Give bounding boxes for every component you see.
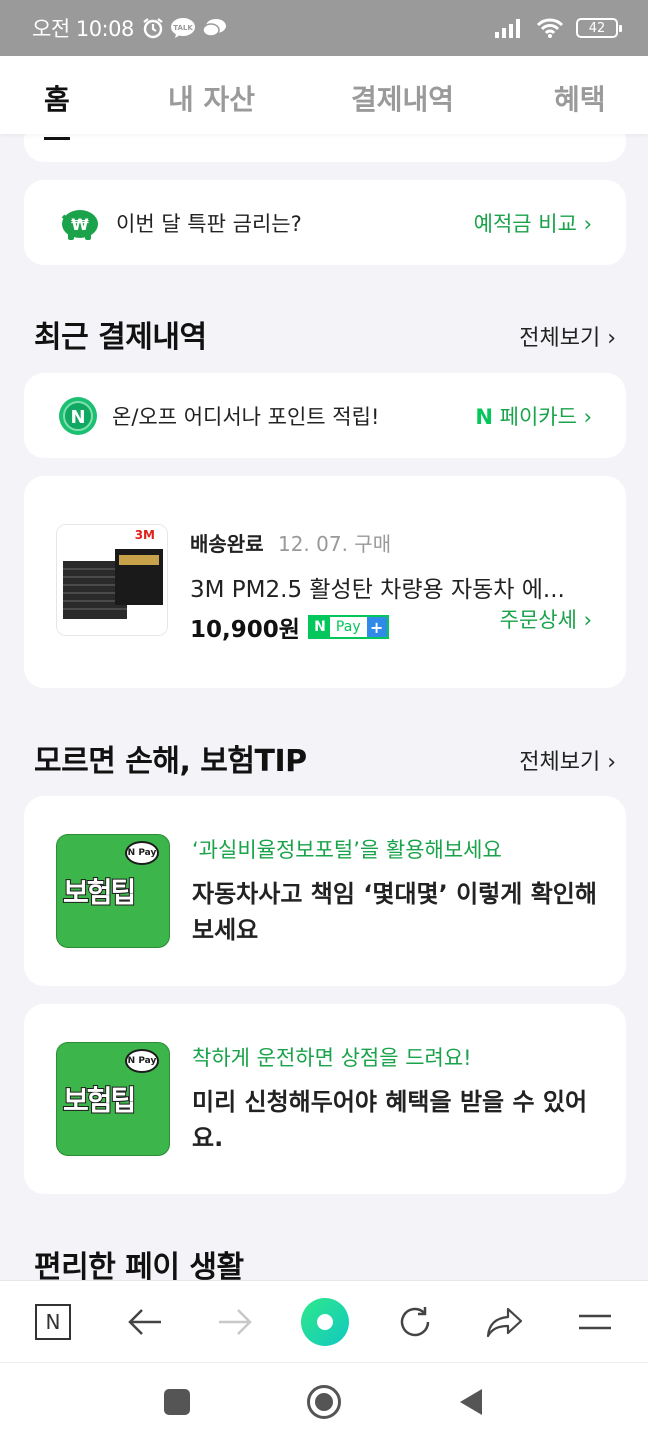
back-triangle-icon: [460, 1389, 482, 1415]
forward-button[interactable]: [212, 1299, 258, 1345]
npay-bubble-icon: N Pay: [125, 841, 159, 865]
insurance-tip-thumbnail: N Pay 보험팁: [56, 1042, 170, 1156]
tab-payment-history[interactable]: 결제내역: [351, 78, 454, 118]
view-all-label: 전체보기: [519, 326, 601, 351]
status-time: 오전 10:08: [32, 13, 134, 43]
status-ampm: 오전: [32, 17, 70, 41]
green-dot-icon: [301, 1298, 349, 1346]
chevron-right-icon: ›: [583, 211, 592, 236]
rate-banner-text: 이번 달 특판 금리는?: [116, 211, 302, 236]
naver-home-button[interactable]: N: [30, 1299, 76, 1345]
npoint-coin-icon: N: [59, 396, 97, 435]
npay-card-link[interactable]: N 페이카드 ›: [475, 401, 592, 431]
insurance-tip-thumb-text: 보험팁: [62, 875, 137, 910]
share-button[interactable]: [482, 1299, 528, 1345]
insurance-tip-title: 자동차사고 책임 ‘몇대몇’ 이렇게 확인해보세요: [192, 880, 597, 944]
order-date: 12. 07. 구매: [277, 532, 392, 556]
green-dot-button[interactable]: [300, 1297, 350, 1347]
insurance-tips-title: 모르면 손해, 보험TIP: [34, 744, 307, 779]
battery-indicator: 42: [576, 18, 622, 38]
insurance-tip-card[interactable]: N Pay 보험팁 착하게 운전하면 상점을 드려요! 미리 신청해두어야 혜택…: [24, 1004, 626, 1194]
order-card[interactable]: 3M 배송완료 12. 07. 구매 3M PM2.5 활성탄 차량용 자동차 …: [24, 476, 626, 688]
refresh-button[interactable]: [392, 1299, 438, 1345]
naver-n-icon: N: [35, 1304, 71, 1340]
product-thumbnail: 3M: [56, 524, 168, 636]
npay-label: Pay: [335, 619, 361, 635]
home-button[interactable]: [307, 1385, 341, 1419]
insurance-tip-thumbnail: N Pay 보험팁: [56, 834, 170, 948]
arrow-left-icon: [128, 1309, 161, 1335]
npay-card-banner[interactable]: N 온/오프 어디서나 포인트 적립! N 페이카드 ›: [24, 373, 626, 458]
chevron-right-icon: ›: [607, 326, 616, 351]
top-tab-bar: 홈 내 자산 결제내역 혜택: [0, 56, 648, 140]
air-filter-image: 3M: [57, 525, 167, 635]
back-button[interactable]: [122, 1299, 168, 1345]
kakaotalk-icon: TALK: [170, 18, 195, 38]
insurance-tip-thumb-text: 보험팁: [62, 1083, 137, 1118]
order-detail-label: 주문상세: [499, 608, 577, 632]
npay-bubble-icon: N Pay: [125, 1049, 159, 1073]
wifi-icon: [536, 18, 564, 38]
refresh-icon: [400, 1307, 430, 1337]
share-icon: [486, 1307, 523, 1338]
chevron-right-icon: ›: [607, 750, 616, 775]
tab-my-assets[interactable]: 내 자산: [168, 78, 255, 118]
talk-label: TALK: [173, 24, 193, 32]
order-price: 10,900원: [190, 617, 300, 643]
insurance-tip-title: 미리 신청해두어야 혜택을 받을 수 있어요.: [192, 1088, 588, 1152]
order-detail-link[interactable]: 주문상세 ›: [500, 604, 592, 634]
insurance-tip-card[interactable]: N Pay 보험팁 ‘과실비율정보포털’을 활용해보세요 자동차사고 책임 ‘몇…: [24, 796, 626, 986]
savings-compare-link[interactable]: 예적금 비교 ›: [474, 208, 592, 238]
system-back-button[interactable]: [458, 1387, 484, 1421]
tab-benefits[interactable]: 혜택: [554, 78, 606, 118]
browser-toolbar: N: [0, 1280, 648, 1362]
menu-icon: [579, 1314, 611, 1330]
chevron-right-icon: ›: [583, 608, 592, 632]
home-dot-icon: [315, 1393, 333, 1411]
recent-apps-button[interactable]: [164, 1389, 190, 1415]
product-name: 3M PM2.5 활성탄 차량용 자동차 에...: [190, 577, 565, 603]
recent-payments-title: 최근 결제내역: [34, 320, 207, 355]
menu-button[interactable]: [572, 1299, 618, 1345]
naver-n-logo: N: [475, 404, 493, 429]
chevron-right-icon: ›: [583, 404, 592, 429]
plus-icon: +: [366, 617, 387, 637]
svg-text:N: N: [70, 407, 85, 428]
tab-home[interactable]: 홈: [44, 78, 70, 140]
insurance-tips-view-all[interactable]: 전체보기 ›: [519, 744, 616, 776]
arrow-right-icon: [219, 1309, 252, 1335]
insurance-tip-subtitle: ‘과실비율정보포털’을 활용해보세요: [192, 838, 502, 862]
status-clock: 10:08: [75, 17, 135, 41]
chat-icon: [202, 19, 226, 37]
svg-text:₩: ₩: [71, 215, 89, 234]
piggy-bank-icon: ₩: [61, 209, 98, 240]
signal-icon: [495, 19, 520, 38]
order-price-row: 10,900원 N Pay +: [190, 610, 389, 644]
rate-banner[interactable]: ₩ 이번 달 특판 금리는? 예적금 비교 ›: [24, 180, 626, 265]
order-status-row: 배송완료 12. 07. 구매: [190, 528, 391, 557]
npay-n-logo: N: [309, 617, 330, 637]
status-bar: 오전 10:08 TALK 42: [0, 0, 648, 56]
order-status: 배송완료: [190, 532, 264, 556]
system-nav-bar: [0, 1362, 648, 1440]
npay-plus-badge: N Pay +: [307, 615, 389, 639]
alarm-icon: [143, 18, 163, 39]
npay-card-banner-text: 온/오프 어디서나 포인트 적립!: [112, 404, 380, 429]
recent-payments-view-all[interactable]: 전체보기 ›: [519, 320, 616, 352]
npay-card-label: 페이카드: [499, 404, 577, 429]
savings-compare-label: 예적금 비교: [473, 211, 577, 236]
view-all-label: 전체보기: [519, 750, 601, 775]
insurance-tip-subtitle: 착하게 운전하면 상점을 드려요!: [192, 1046, 472, 1070]
brand-logo: 3M: [135, 528, 155, 542]
